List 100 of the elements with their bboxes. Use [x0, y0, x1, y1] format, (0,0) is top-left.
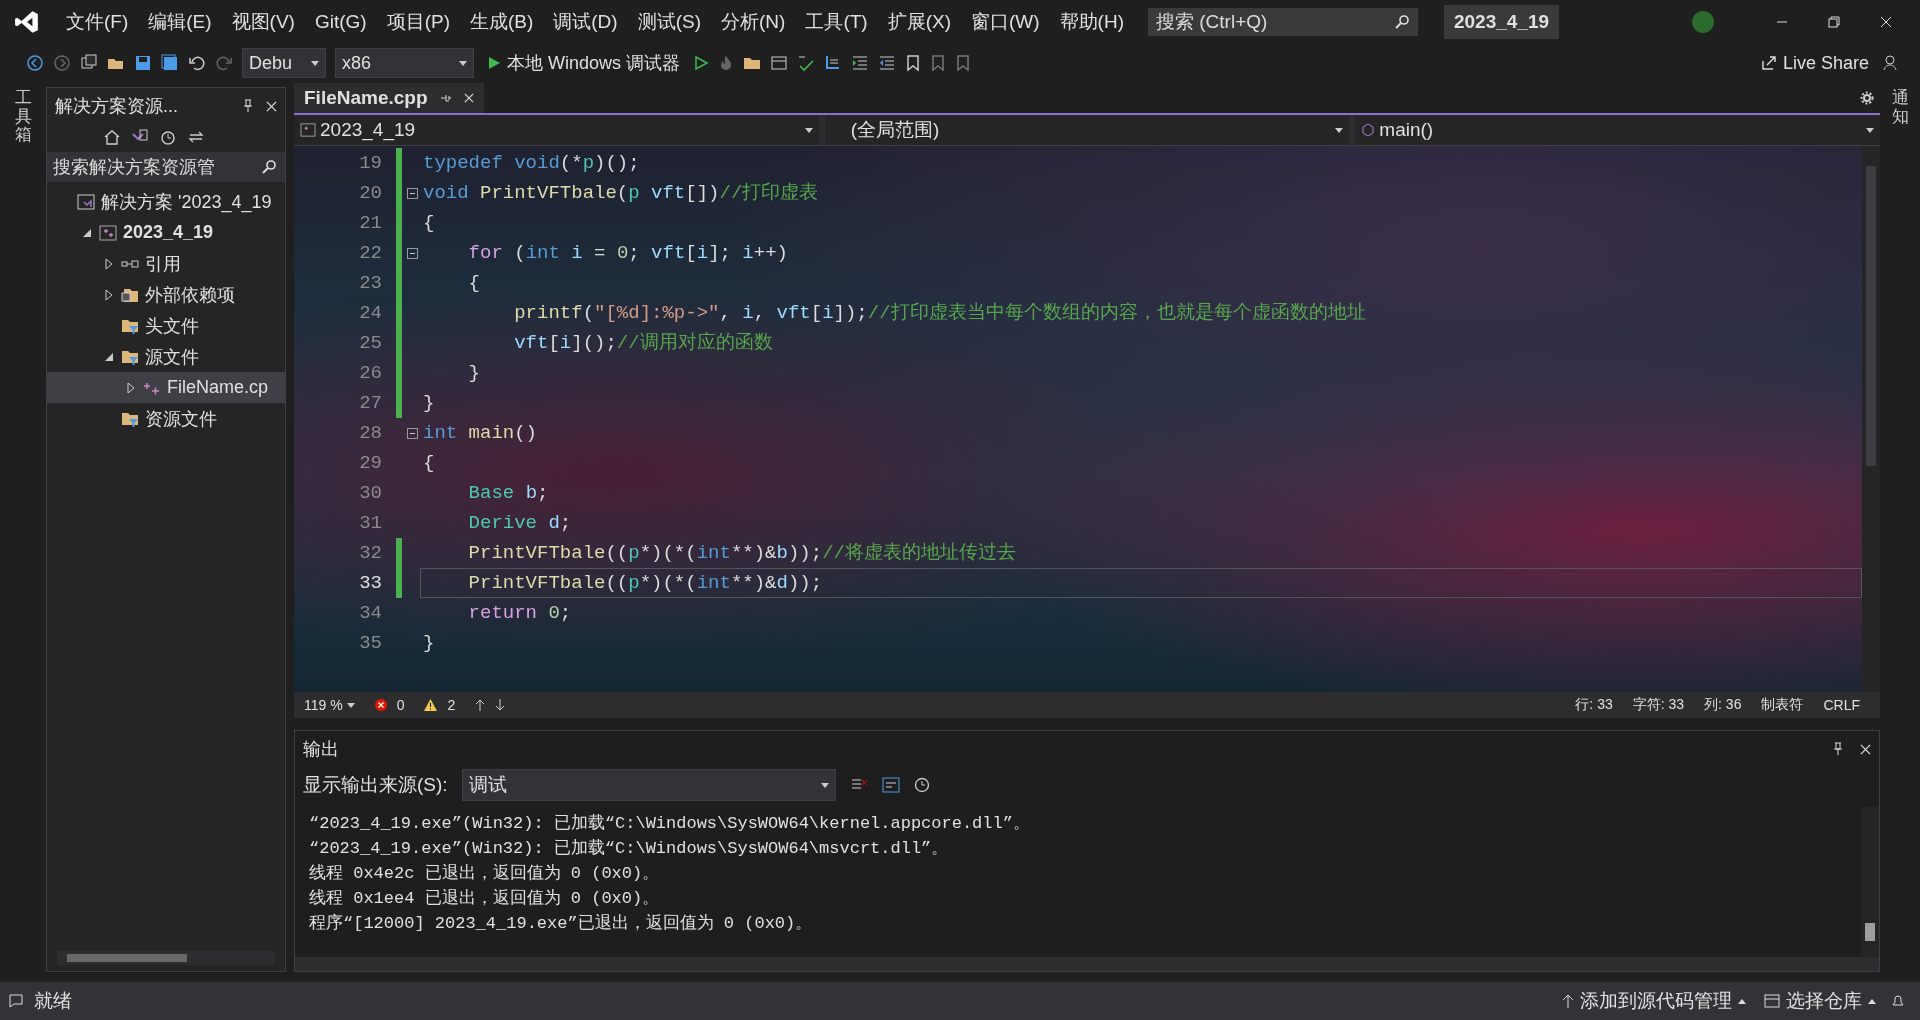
pin-icon[interactable]: [242, 99, 254, 113]
caret-icon: [1335, 127, 1344, 133]
tree-item[interactable]: 解决方案 '2023_4_19: [47, 186, 285, 217]
redo-icon[interactable]: [215, 54, 233, 72]
menu-item[interactable]: 项目(P): [378, 4, 458, 39]
panel-title: 输出: [303, 738, 339, 761]
vertical-scrollbar[interactable]: [1861, 807, 1879, 957]
bookmark-prev-icon[interactable]: [930, 54, 947, 72]
menu-item[interactable]: 文件(F): [58, 4, 137, 39]
start-debugging-button[interactable]: 本地 Windows 调试器: [483, 49, 685, 77]
warning-count[interactable]: 2: [447, 697, 456, 713]
menu-item[interactable]: 生成(B): [461, 4, 542, 39]
code-line: return 0;: [467, 601, 573, 626]
tree-item[interactable]: 外部依赖项: [47, 279, 285, 310]
menu-item[interactable]: 帮助(H): [1051, 4, 1132, 39]
new-project-icon[interactable]: [80, 54, 98, 72]
zoom-dropdown[interactable]: 119 %: [304, 697, 355, 713]
save-all-icon[interactable]: [161, 54, 179, 72]
horizontal-scrollbar[interactable]: [295, 957, 1879, 971]
collapse-icon[interactable]: [406, 247, 418, 259]
output-source-label: 显示输出来源(S):: [303, 773, 448, 797]
indent-mode[interactable]: 制表符: [1761, 696, 1804, 714]
line-number: 22: [358, 242, 383, 264]
settings-icon[interactable]: [1860, 91, 1874, 105]
solution-search-field[interactable]: 搜索解决方案资源管: [47, 152, 285, 182]
undo-icon[interactable]: [188, 54, 206, 72]
file-tab[interactable]: FileName.cpp: [294, 83, 484, 113]
output-line: “2023_4_19.exe”(Win32): 已加载“C:\Windows\SysWOW64\msvcrt.dll”。: [309, 838, 950, 860]
line-position: 行: 33: [1575, 696, 1613, 714]
project-dropdown[interactable]: 2023_4_19: [294, 115, 819, 145]
menu-item[interactable]: 视图(V): [223, 4, 303, 39]
pin-icon[interactable]: [1832, 742, 1844, 756]
tree-item[interactable]: FileName.cp: [47, 372, 285, 403]
error-count[interactable]: 0: [396, 697, 405, 713]
expanded-arrow-icon[interactable]: [82, 227, 92, 238]
word-wrap-icon[interactable]: [881, 777, 900, 793]
tree-item[interactable]: 头文件: [47, 310, 285, 341]
up-arrow-icon[interactable]: [475, 699, 486, 711]
close-icon[interactable]: [1880, 15, 1892, 28]
history-icon[interactable]: [159, 128, 177, 146]
notification-bell-icon[interactable]: [1890, 993, 1906, 1009]
menu-item[interactable]: 编辑(E): [140, 4, 220, 39]
code-line: typedef void(*p)();: [422, 151, 641, 176]
indent-icon[interactable]: [851, 54, 870, 72]
menu-item[interactable]: 窗口(W): [963, 4, 1048, 39]
collapsed-arrow-icon[interactable]: [126, 381, 136, 394]
search-icon: [261, 159, 277, 175]
window-layout-icon[interactable]: [770, 54, 789, 72]
notifications-tab[interactable]: 通知: [1891, 89, 1909, 972]
configuration-dropdown[interactable]: Debu: [242, 48, 326, 78]
close-icon[interactable]: [463, 93, 474, 103]
scope-dropdown[interactable]: (全局范围): [824, 115, 1350, 145]
avatar[interactable]: [1692, 10, 1714, 33]
toolbox-tab[interactable]: 工具箱: [14, 89, 32, 972]
collapsed-arrow-icon[interactable]: [104, 288, 114, 301]
tree-item[interactable]: 资源文件: [47, 403, 285, 434]
live-share-button[interactable]: Live Share: [1756, 50, 1873, 76]
line-ending[interactable]: CRLF: [1823, 697, 1860, 713]
tree-item[interactable]: 2023_4_19: [47, 217, 285, 248]
line-number: 35: [358, 632, 383, 654]
tree-item[interactable]: 源文件: [47, 341, 285, 372]
line-number: 30: [358, 482, 383, 504]
collapsed-arrow-icon[interactable]: [104, 257, 114, 270]
restore-icon[interactable]: [1828, 15, 1840, 28]
repository-icon: [1764, 994, 1780, 1008]
tree-label: FileName.cp: [167, 377, 269, 398]
repository-button[interactable]: 选择仓库: [1760, 986, 1880, 1016]
source-control-button[interactable]: 添加到源代码管理: [1558, 986, 1750, 1016]
cube-icon: [1361, 123, 1376, 137]
menu-item[interactable]: 调试(D): [545, 4, 626, 39]
close-icon[interactable]: [266, 100, 277, 112]
menu-item[interactable]: 扩展(X): [879, 4, 959, 39]
outdent-icon[interactable]: [878, 54, 897, 72]
spell-check-icon[interactable]: [797, 54, 816, 72]
platform-dropdown[interactable]: x86: [335, 48, 474, 78]
menu-item[interactable]: 工具(T): [797, 4, 876, 39]
home-icon[interactable]: [103, 128, 121, 146]
menu-item[interactable]: 分析(N): [713, 4, 794, 39]
back-icon[interactable]: [26, 54, 44, 72]
menu-item[interactable]: 测试(S): [629, 4, 709, 39]
run-without-debugging-icon[interactable]: [693, 55, 710, 71]
clock-icon[interactable]: [913, 777, 930, 793]
horizontal-scrollbar[interactable]: [57, 951, 275, 965]
output-source-dropdown[interactable]: 调试: [461, 769, 836, 801]
pin-icon[interactable]: [439, 92, 452, 104]
down-arrow-icon[interactable]: [495, 699, 506, 711]
collapse-icon[interactable]: [406, 427, 418, 439]
collapse-icon[interactable]: [406, 187, 418, 199]
expanded-arrow-icon[interactable]: [104, 351, 114, 362]
member-dropdown[interactable]: main(): [1355, 115, 1880, 145]
bookmark-next-icon[interactable]: [955, 54, 972, 72]
menu-item[interactable]: Git(G): [306, 6, 375, 37]
search-field[interactable]: 搜索 (Ctrl+Q): [1148, 7, 1418, 36]
save-icon[interactable]: [134, 54, 152, 72]
close-icon[interactable]: [1860, 743, 1871, 755]
tree-item[interactable]: 引用: [47, 248, 285, 279]
bookmark-icon[interactable]: [905, 54, 922, 72]
vertical-scrollbar[interactable]: [1862, 146, 1880, 692]
line-number: 26: [358, 362, 383, 384]
forward-icon[interactable]: [53, 54, 71, 72]
